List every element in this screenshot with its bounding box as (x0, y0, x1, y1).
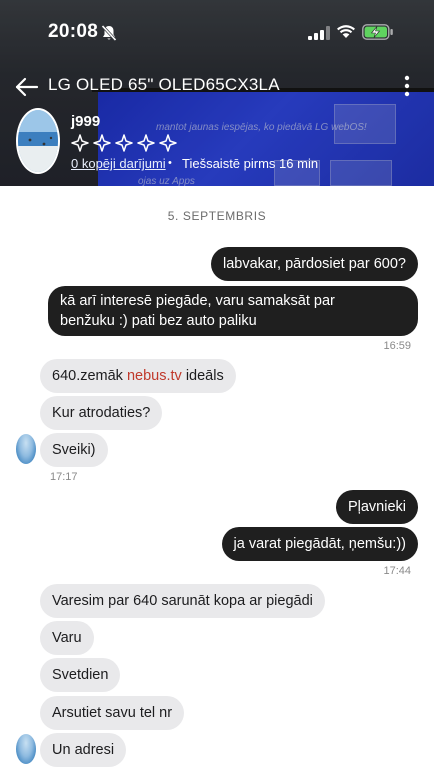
message-text: Kur atrodaties? (52, 405, 151, 421)
message-incoming[interactable]: Svetdien (40, 658, 121, 692)
sender-avatar (16, 734, 36, 764)
battery-charging-icon (362, 24, 393, 40)
message-time: 17:17 (50, 471, 78, 483)
seller-online-status: Tiešsaistē pirms 16 min (182, 156, 319, 171)
message-time: 16:59 (383, 340, 411, 352)
sender-avatar (16, 434, 36, 464)
message-text: 640.zemāk (52, 368, 127, 384)
message-text: Varu (52, 630, 82, 646)
star-icon (159, 134, 177, 152)
message-outgoing[interactable]: labvakar, pārdosiet par 600? (211, 247, 418, 281)
info-separator: • (168, 157, 172, 169)
message-text: Varesim par 640 sarunāt kopa ar piegādi (52, 593, 313, 609)
chat-date-divider: 5. SEPTEMBRIS (167, 209, 267, 223)
back-arrow-icon[interactable] (14, 74, 40, 100)
seller-deals-link[interactable]: 0 kopēji darījumi (71, 156, 166, 171)
message-incoming[interactable]: Sveiki) (40, 433, 108, 467)
message-text: labvakar, pārdosiet par 600? (223, 256, 406, 272)
message-incoming[interactable]: Un adresi (40, 733, 127, 767)
status-time: 20:08 (48, 21, 99, 42)
message-text: Sveiki) (52, 442, 96, 458)
message-incoming[interactable]: Arsutiet savu tel nr (40, 696, 185, 730)
seller-username[interactable]: j999 (71, 113, 100, 130)
wifi-icon (337, 25, 355, 38)
message-text: ideāls (181, 368, 224, 384)
seller-rating (71, 134, 177, 152)
message-text: kā arī interesē piegāde, varu samaksāt p… (60, 293, 335, 329)
message-text: Un adresi (52, 742, 115, 758)
message-text: Pļavnieki (347, 499, 406, 515)
signal-icon (308, 26, 330, 40)
star-icon (137, 134, 155, 152)
more-vertical-icon[interactable] (398, 72, 416, 100)
message-text: Svetdien (52, 667, 109, 683)
message-incoming[interactable]: Varu (40, 621, 94, 655)
message-incoming[interactable]: Kur atrodaties? (40, 396, 163, 430)
status-bar: 20:08 (0, 0, 434, 64)
seller-avatar[interactable] (16, 108, 60, 174)
message-incoming[interactable]: Varesim par 640 sarunāt kopa ar piegādi (40, 584, 325, 618)
message-text: ja varat piegādāt, ņemšu:)) (233, 536, 406, 552)
message-time: 17:44 (383, 565, 411, 577)
message-incoming[interactable]: 640.zemāk nebus.tv ideāls (40, 359, 236, 393)
message-outgoing[interactable]: kā arī interesē piegāde, varu samaksāt p… (48, 286, 418, 336)
star-icon (71, 134, 89, 152)
listing-title: LG OLED 65" OLED65CX3LA (48, 75, 280, 94)
message-outgoing[interactable]: ja varat piegādāt, ņemšu:)) (221, 527, 418, 561)
message-link[interactable]: nebus.tv (127, 368, 182, 384)
message-text: Arsutiet savu tel nr (52, 705, 173, 721)
message-outgoing[interactable]: Pļavnieki (335, 490, 418, 524)
bell-slash-icon (101, 24, 117, 42)
star-icon (115, 134, 133, 152)
star-icon (93, 134, 111, 152)
